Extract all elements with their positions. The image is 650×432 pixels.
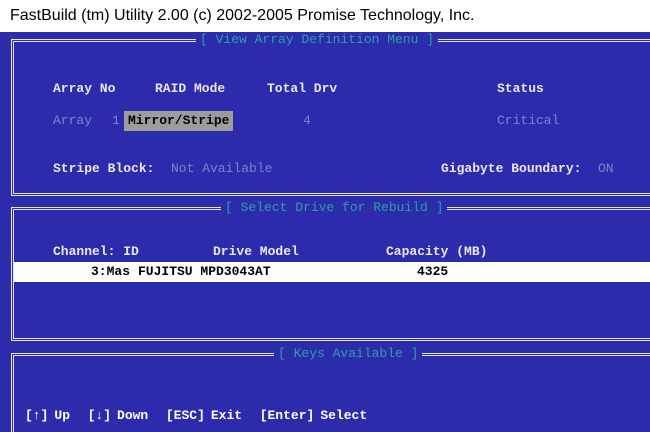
key-up: [↑] Up — [25, 408, 70, 424]
keys-legend: [↑] Up [↓] Down [ESC] Exit [Enter] Select — [25, 406, 375, 424]
drive-panel-title: [ Select Drive for Rebuild ] — [221, 200, 448, 216]
app-title-bar: FastBuild (tm) Utility 2.00 (c) 2002-200… — [0, 0, 650, 32]
header-array-no: Array No — [53, 81, 116, 96]
array-label: Array — [53, 113, 93, 128]
bios-screen: [ View Array Definition Menu ] Array No … — [0, 32, 650, 432]
header-channel-id: Channel: ID — [53, 244, 139, 259]
header-raid-mode: RAID Mode — [155, 81, 226, 96]
drive-row-selected[interactable]: 3:Mas FUJITSU MPD3043AT 4325 — [14, 262, 650, 282]
key-enter-glyph: [Enter] — [259, 408, 315, 423]
key-down-action: Down — [117, 408, 149, 423]
drive-channel-id: 3:Mas — [91, 264, 131, 279]
key-up-action: Up — [54, 408, 71, 423]
key-enter: [Enter] Select — [260, 408, 367, 424]
keys-available-panel: [ Keys Available ] [↑] Up [↓] Down [ESC] Ex… — [11, 346, 650, 432]
array-number: 1 — [112, 113, 120, 128]
key-down-glyph: [↓] — [87, 408, 112, 423]
header-status: Status — [497, 81, 544, 96]
gigabyte-boundary-value: ON — [598, 161, 614, 176]
array-status-value: Critical — [497, 113, 560, 128]
gigabyte-boundary-label: Gigabyte Boundary: — [441, 161, 582, 176]
header-capacity: Capacity (MB) — [386, 244, 488, 259]
key-esc-glyph: [ESC] — [165, 408, 205, 423]
header-total-drv: Total Drv — [267, 81, 338, 96]
key-esc-action: Exit — [210, 408, 243, 423]
drive-capacity: 4325 — [417, 264, 449, 279]
key-esc: [ESC] Exit — [166, 408, 242, 424]
raid-mode-field[interactable]: Mirror/Stripe — [124, 111, 234, 131]
select-drive-panel: [ Select Drive for Rebuild ] Channel: ID… — [11, 200, 650, 341]
keys-panel-title: [ Keys Available ] — [274, 346, 423, 362]
key-enter-action: Select — [320, 408, 368, 423]
stripe-block-value: Not Available — [171, 161, 273, 176]
drive-model: FUJITSU MPD3043AT — [138, 264, 271, 279]
key-up-glyph: [↑] — [25, 408, 49, 423]
array-definition-panel: [ View Array Definition Menu ] Array No … — [11, 32, 650, 196]
array-panel-title: [ View Array Definition Menu ] — [196, 32, 439, 48]
key-down: [↓] Down — [88, 408, 149, 424]
total-drives-value: 4 — [303, 113, 311, 128]
stripe-block-label: Stripe Block: — [53, 161, 155, 176]
header-drive-model: Drive Model — [213, 244, 299, 259]
